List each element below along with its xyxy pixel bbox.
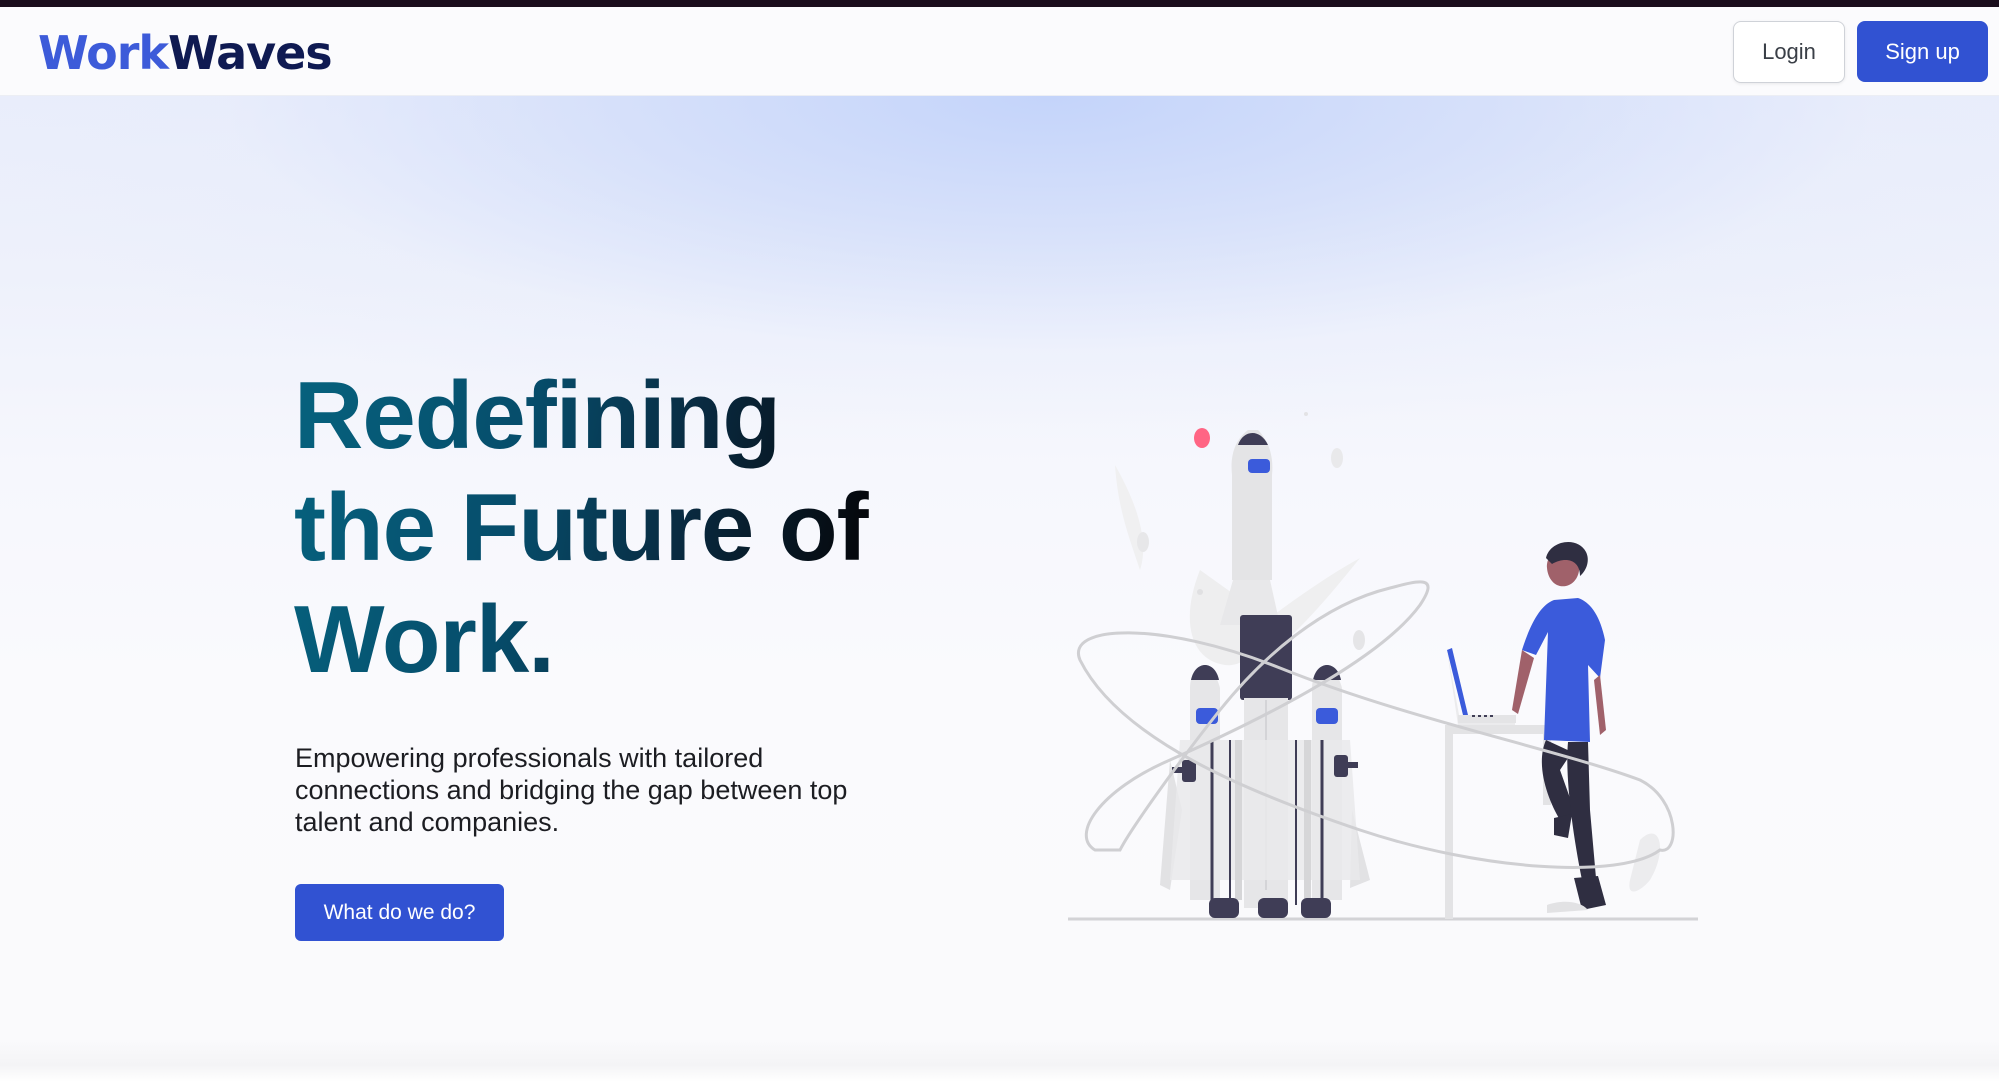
logo[interactable]: WorkWaves xyxy=(38,26,333,80)
signup-button[interactable]: Sign up xyxy=(1857,21,1988,82)
hero-subtext: Empowering professionals with tailored c… xyxy=(295,743,848,837)
navbar: WorkWaves Login Sign up xyxy=(0,7,1999,96)
hero-bottom-fade xyxy=(0,1040,1999,1082)
landing-page: WorkWaves Login Sign up Redefining the F… xyxy=(0,0,1999,1082)
window-top-strip xyxy=(0,0,1999,7)
hero-headline: Redefining the Future of Work. xyxy=(294,360,934,696)
logo-part-work: Work xyxy=(38,26,169,80)
what-do-we-do-button[interactable]: What do we do? xyxy=(295,884,504,941)
rocket-launch-illustration-icon xyxy=(1068,412,1698,921)
login-button[interactable]: Login xyxy=(1733,21,1845,83)
logo-part-waves: Waves xyxy=(167,26,333,80)
